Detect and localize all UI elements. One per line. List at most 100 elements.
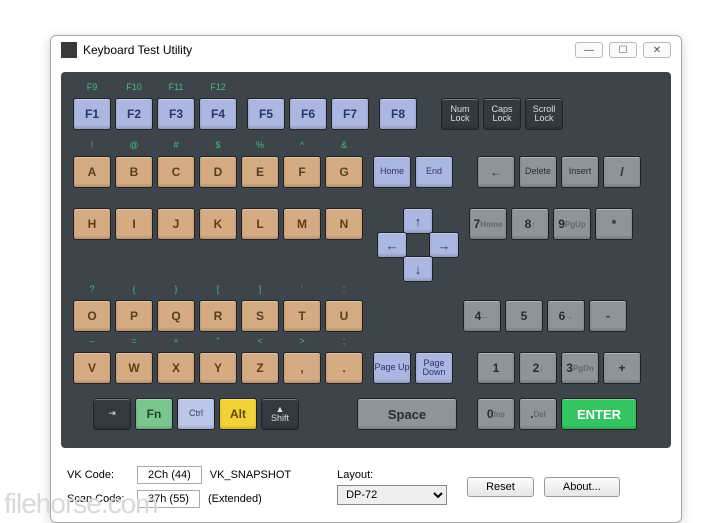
key-n[interactable]: N [325, 208, 363, 240]
key-pageup[interactable]: Page Up [373, 352, 411, 384]
key-f8[interactable]: F8 [379, 98, 417, 130]
key-l[interactable]: L [241, 208, 279, 240]
scan-extended: (Extended) [208, 493, 262, 505]
key-f4[interactable]: F4 [199, 98, 237, 130]
key-f1[interactable]: F1 [73, 98, 111, 130]
keyboard-panel: F9 F10 F11 F12 F1 F2 F3 F4 F5 F6 F7 F8 N… [61, 72, 671, 448]
key-num5[interactable]: 5 [505, 300, 543, 332]
close-button[interactable]: ✕ [643, 42, 671, 58]
sym-label: # [157, 140, 195, 152]
key-f5[interactable]: F5 [247, 98, 285, 130]
key-backspace[interactable]: ← [477, 156, 515, 188]
key-arrow-right[interactable]: → [429, 232, 459, 258]
key-b[interactable]: B [115, 156, 153, 188]
key-num6[interactable]: 6→ [547, 300, 585, 332]
key-o[interactable]: O [73, 300, 111, 332]
vk-name: VK_SNAPSHOT [210, 469, 291, 481]
key-r[interactable]: R [199, 300, 237, 332]
key-h[interactable]: H [73, 208, 111, 240]
key-p[interactable]: P [115, 300, 153, 332]
key-q[interactable]: Q [157, 300, 195, 332]
key-i[interactable]: I [115, 208, 153, 240]
key-num8[interactable]: 8↑ [511, 208, 549, 240]
key-v[interactable]: V [73, 352, 111, 384]
key-k[interactable]: K [199, 208, 237, 240]
key-c[interactable]: C [157, 156, 195, 188]
sym-label: ] [241, 284, 279, 296]
key-num3[interactable]: 3PgDn [561, 352, 599, 384]
key-f7[interactable]: F7 [331, 98, 369, 130]
key-s[interactable]: S [241, 300, 279, 332]
key-num2[interactable]: 2↓ [519, 352, 557, 384]
vk-code-value: 2Ch (44) [137, 466, 202, 484]
key-arrow-left[interactable]: ← [377, 232, 407, 258]
key-f3[interactable]: F3 [157, 98, 195, 130]
key-num7[interactable]: 7Home [469, 208, 507, 240]
key-arrow-up[interactable]: ↑ [403, 208, 433, 234]
key-f6[interactable]: F6 [289, 98, 327, 130]
key-plus[interactable]: + [603, 352, 641, 384]
key-enter[interactable]: ENTER [561, 398, 637, 430]
key-tab[interactable]: ⇥ [93, 398, 131, 430]
sym-label: ? [73, 284, 111, 296]
key-m[interactable]: M [283, 208, 321, 240]
key-fn[interactable]: Fn [135, 398, 173, 430]
key-f2[interactable]: F2 [115, 98, 153, 130]
reset-button[interactable]: Reset [467, 477, 534, 497]
titlebar: Keyboard Test Utility — ☐ ✕ [51, 36, 681, 64]
key-scrolllock[interactable]: Scroll Lock [525, 98, 563, 130]
key-delete[interactable]: Delete [519, 156, 557, 188]
app-window: Keyboard Test Utility — ☐ ✕ F9 F10 F1 1 F… [50, 35, 682, 523]
fkey-sublabel: F12 [199, 82, 237, 94]
key-alt[interactable]: Alt [219, 398, 257, 430]
key-period[interactable]: . [325, 352, 363, 384]
watermark: filehorse.com [4, 488, 158, 520]
key-num4[interactable]: 4← [463, 300, 501, 332]
key-j[interactable]: J [157, 208, 195, 240]
key-minus[interactable]: - [589, 300, 627, 332]
key-g[interactable]: G [325, 156, 363, 188]
key-y[interactable]: Y [199, 352, 237, 384]
key-f[interactable]: F [283, 156, 321, 188]
key-end[interactable]: End [415, 156, 453, 188]
key-e[interactable]: E [241, 156, 279, 188]
sym-label: > [283, 336, 321, 348]
key-num0[interactable]: 0Ins [477, 398, 515, 430]
key-z[interactable]: Z [241, 352, 279, 384]
key-arrow-down[interactable]: ↓ [403, 256, 433, 282]
vk-code-label: VK Code: [67, 469, 129, 481]
key-num1[interactable]: 1 [477, 352, 515, 384]
key-w[interactable]: W [115, 352, 153, 384]
key-numdot[interactable]: .Del [519, 398, 557, 430]
layout-label: Layout: [337, 469, 447, 481]
key-home[interactable]: Home [373, 156, 411, 188]
key-ctrl[interactable]: Ctrl [177, 398, 215, 430]
key-t[interactable]: T [283, 300, 321, 332]
maximize-button[interactable]: ☐ [609, 42, 637, 58]
minimize-button[interactable]: — [575, 42, 603, 58]
key-x[interactable]: X [157, 352, 195, 384]
key-space[interactable]: Space [357, 398, 457, 430]
fkey-sublabel: F9 [73, 82, 111, 94]
sym-label: } [157, 284, 195, 296]
key-insert[interactable]: Insert [561, 156, 599, 188]
sym-label: ' [283, 284, 321, 296]
about-button[interactable]: About... [544, 477, 620, 497]
key-a[interactable]: A [73, 156, 111, 188]
key-shift[interactable]: ▲ Shift [261, 398, 299, 430]
sym-label: – [73, 336, 111, 348]
key-numlock[interactable]: Num Lock [441, 98, 479, 130]
key-num9[interactable]: 9PgUp [553, 208, 591, 240]
layout-select[interactable]: DP-72 [337, 485, 447, 505]
sym-label: & [325, 140, 363, 152]
key-u[interactable]: U [325, 300, 363, 332]
key-slash[interactable]: / [603, 156, 641, 188]
key-d[interactable]: D [199, 156, 237, 188]
key-pagedown[interactable]: Page Down [415, 352, 453, 384]
key-comma[interactable]: , [283, 352, 321, 384]
fkey-sublabel: F10 [115, 82, 153, 94]
sym-label: ! [73, 140, 111, 152]
key-multiply[interactable]: * [595, 208, 633, 240]
app-icon [61, 42, 77, 58]
key-capslock[interactable]: Caps Lock [483, 98, 521, 130]
